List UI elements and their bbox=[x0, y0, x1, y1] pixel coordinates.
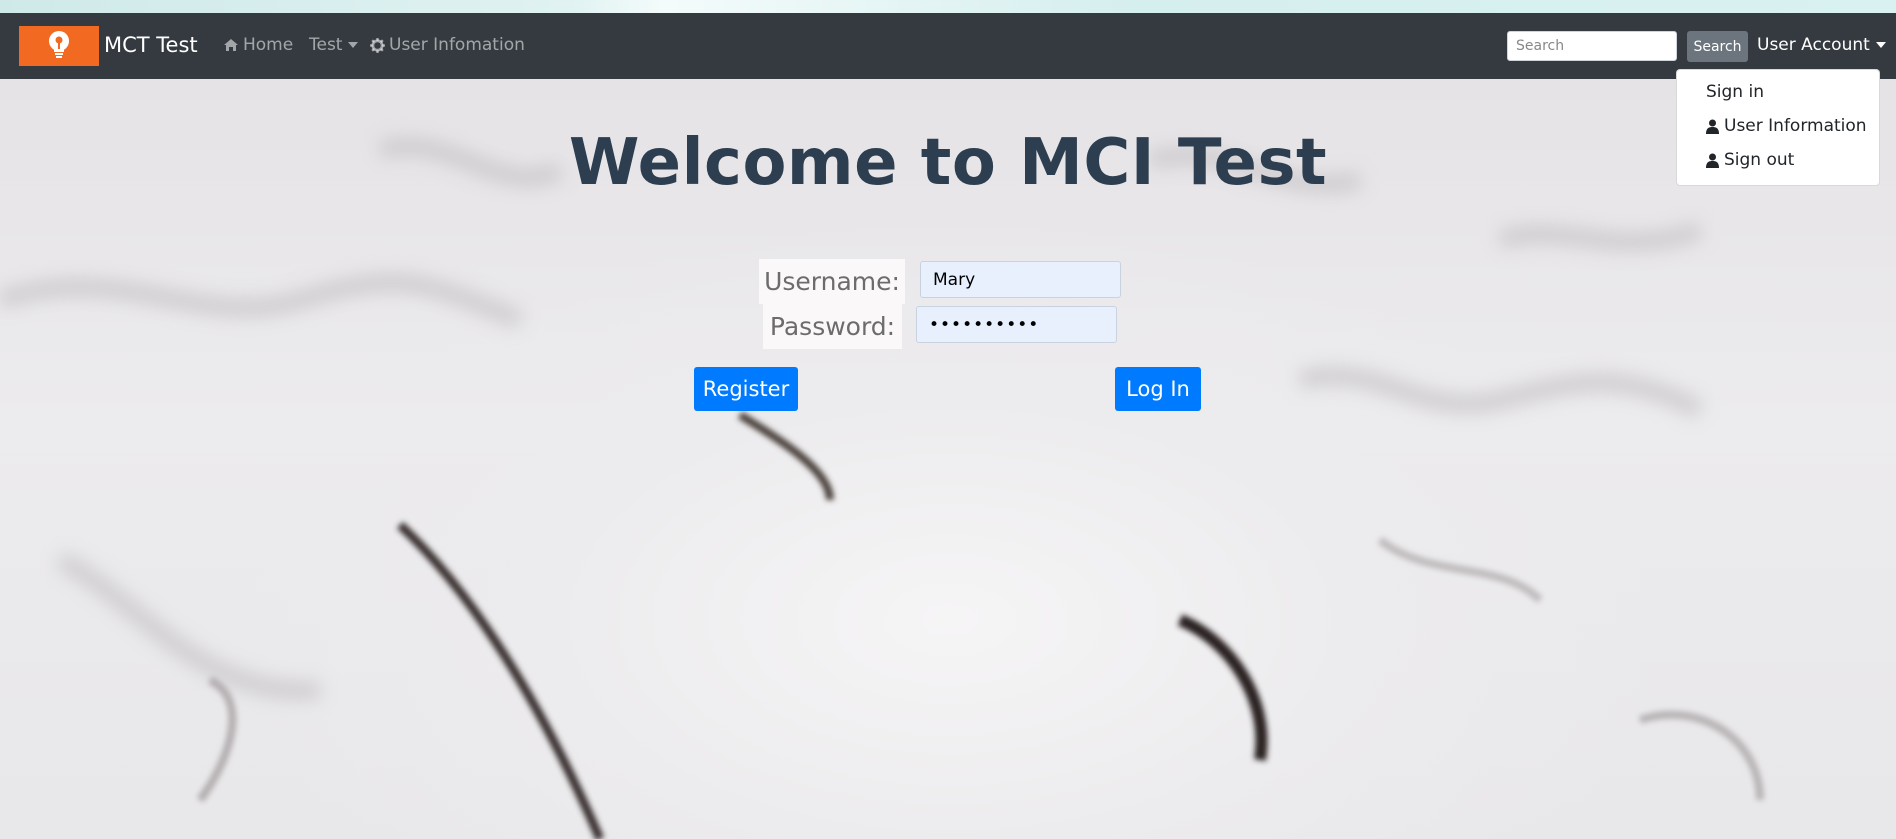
nav-home-label: Home bbox=[243, 35, 294, 55]
nav-test-dropdown[interactable]: Test bbox=[309, 35, 359, 55]
login-button[interactable]: Log In bbox=[1115, 367, 1201, 411]
search-input[interactable] bbox=[1507, 31, 1677, 61]
lightbulb-icon bbox=[49, 31, 69, 58]
gear-icon bbox=[370, 37, 385, 53]
nav-user-information[interactable]: User Infomation bbox=[370, 35, 525, 55]
user-account-label: User Account bbox=[1757, 35, 1870, 55]
username-field[interactable] bbox=[920, 261, 1121, 298]
brand-logo[interactable] bbox=[19, 26, 99, 66]
menu-item-sign-in[interactable]: Sign in bbox=[1706, 82, 1764, 102]
search-button[interactable]: Search bbox=[1687, 31, 1748, 62]
home-icon bbox=[224, 39, 238, 51]
password-field[interactable]: •••••••••• bbox=[916, 306, 1117, 343]
menu-item-label: Sign in bbox=[1706, 82, 1764, 102]
password-label: Password: bbox=[763, 304, 902, 349]
nav-test-label: Test bbox=[309, 35, 343, 55]
nav-home[interactable]: Home bbox=[223, 35, 293, 55]
nav-user-information-label: User Infomation bbox=[389, 35, 525, 55]
brand-name[interactable]: MCT Test bbox=[104, 33, 198, 57]
chevron-down-icon bbox=[348, 42, 359, 48]
user-account-dropdown[interactable]: User Account bbox=[1757, 35, 1886, 55]
register-button[interactable]: Register bbox=[694, 367, 798, 411]
page-title: Welcome to MCI Test bbox=[568, 126, 1328, 200]
top-strip bbox=[0, 0, 1896, 13]
username-label: Username: bbox=[759, 259, 905, 304]
navbar: MCT Test Home Test User Infomation Searc… bbox=[0, 13, 1896, 79]
chevron-down-icon bbox=[1875, 42, 1886, 48]
